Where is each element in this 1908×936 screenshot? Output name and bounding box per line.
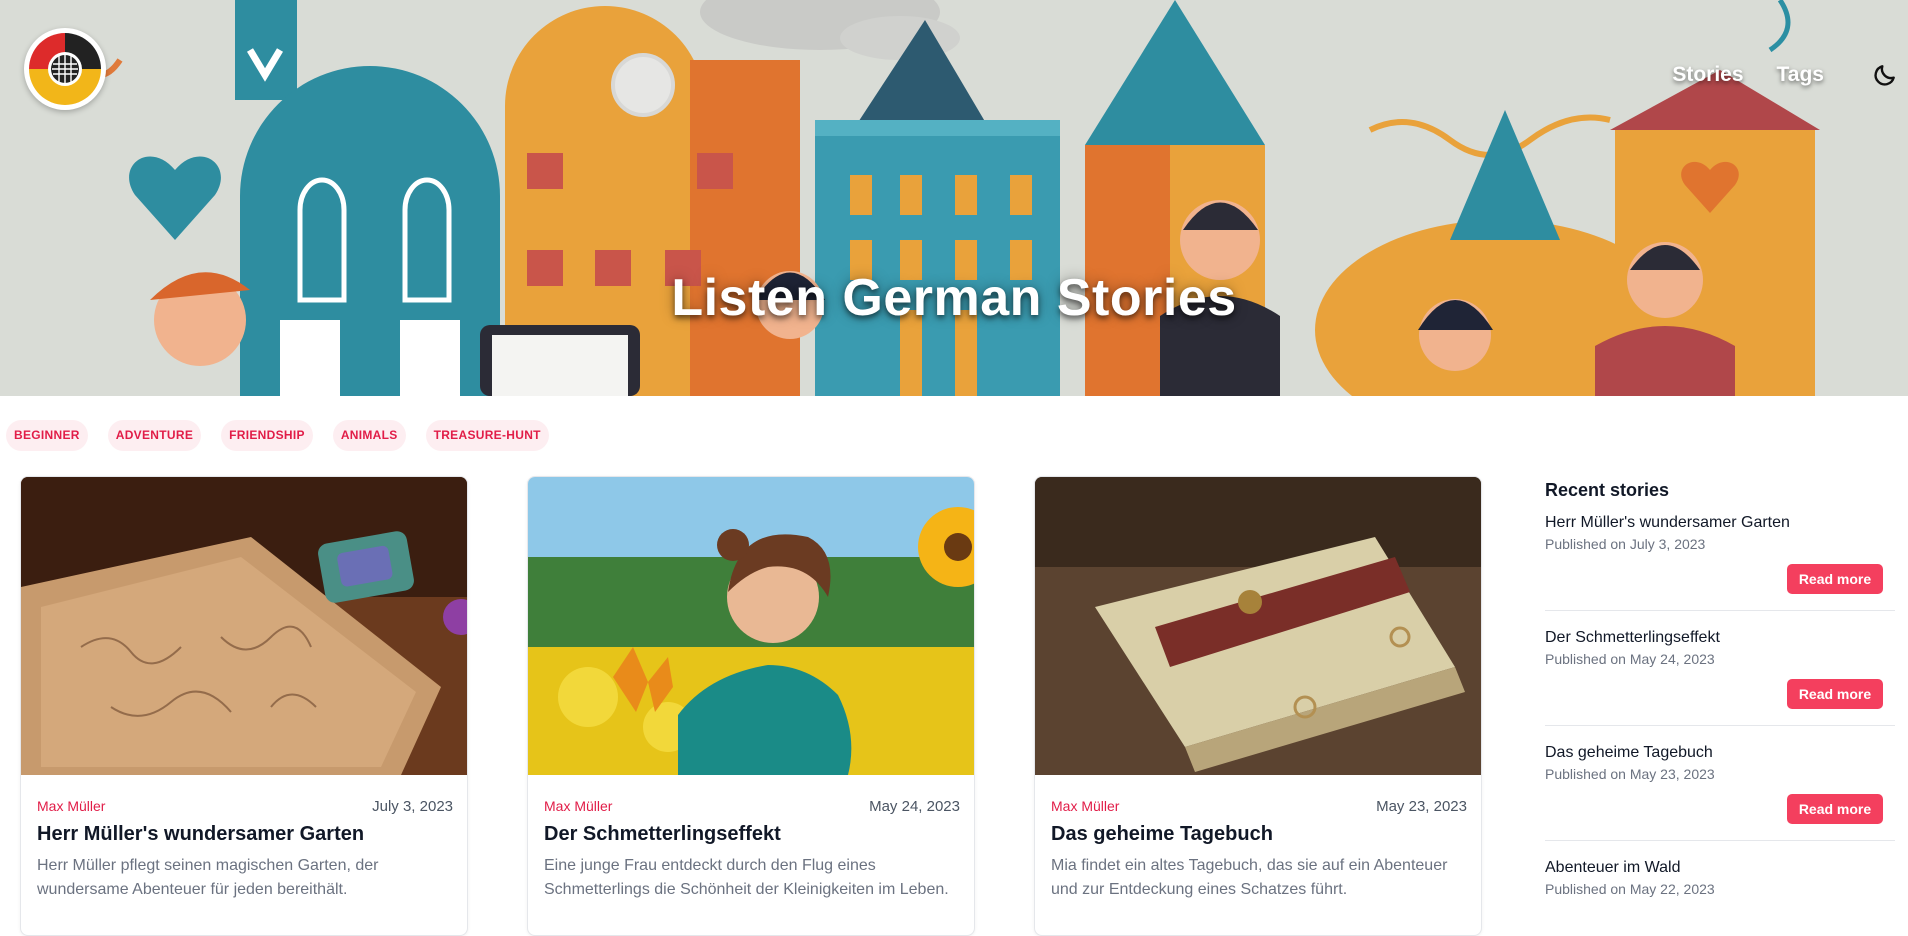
divider: [1545, 840, 1895, 841]
tag-friendship[interactable]: FRIENDSHIP: [221, 420, 313, 451]
hero-title: Listen German Stories: [671, 269, 1237, 327]
recent-story-date: Published on May 23, 2023: [1545, 766, 1715, 782]
recent-story-date: Published on May 22, 2023: [1545, 881, 1715, 897]
tag-beginner[interactable]: BEGINNER: [6, 420, 88, 451]
nav-stories[interactable]: Stories: [1672, 63, 1743, 87]
tag-treasure-hunt[interactable]: TREASURE-HUNT: [425, 420, 549, 451]
story-image-butterfly[interactable]: [528, 477, 975, 775]
recent-story-item: Abenteuer im Wald Published on May 22, 2…: [1545, 859, 1895, 897]
recent-story-item: Das geheime Tagebuch Published on May 23…: [1545, 744, 1895, 782]
card-title[interactable]: Herr Müller's wundersamer Garten: [37, 823, 453, 846]
card-date: July 3, 2023: [372, 798, 453, 815]
site-logo[interactable]: [24, 28, 106, 110]
recent-stories-sidebar: Recent stories Herr Müller's wundersamer…: [1545, 480, 1895, 897]
divider: [1545, 725, 1895, 726]
german-flag-globe-icon: [29, 33, 101, 105]
recent-story-title[interactable]: Herr Müller's wundersamer Garten: [1545, 514, 1895, 532]
tag-animals[interactable]: ANIMALS: [332, 420, 406, 451]
card-description: Mia findet ein altes Tagebuch, das sie a…: [1051, 857, 1448, 898]
recent-story-item: Der Schmetterlingseffekt Published on Ma…: [1545, 629, 1895, 667]
tag-adventure[interactable]: ADVENTURE: [107, 420, 202, 451]
card-title[interactable]: Der Schmetterlingseffekt: [544, 823, 960, 846]
sidebar-title: Recent stories: [1545, 480, 1670, 500]
card-author[interactable]: Max Müller: [1051, 798, 1119, 814]
recent-story-title[interactable]: Der Schmetterlingseffekt: [1545, 629, 1895, 647]
read-more-button[interactable]: Read more: [1787, 564, 1883, 594]
card-body: Max Müller May 24, 2023 Der Schmetterlin…: [544, 798, 960, 902]
card-author[interactable]: Max Müller: [544, 798, 612, 814]
story-image-diary[interactable]: [1035, 477, 1482, 775]
main-nav: Stories Tags: [1672, 60, 1824, 90]
card-description: Eine junge Frau entdeckt durch den Flug …: [544, 857, 949, 898]
card-body: Max Müller May 23, 2023 Das geheime Tage…: [1051, 798, 1467, 902]
recent-story-item: Herr Müller's wundersamer Garten Publish…: [1545, 514, 1895, 552]
recent-story-title[interactable]: Abenteuer im Wald: [1545, 859, 1895, 877]
divider: [1545, 610, 1895, 611]
card-body: Max Müller July 3, 2023 Herr Müller's wu…: [37, 798, 453, 902]
story-card[interactable]: Max Müller May 23, 2023 Das geheime Tage…: [1034, 476, 1482, 936]
story-image-map[interactable]: [21, 477, 468, 775]
hero-illustration: [0, 0, 1908, 396]
card-date: May 24, 2023: [869, 798, 960, 815]
read-more-button[interactable]: Read more: [1787, 679, 1883, 709]
story-card[interactable]: Max Müller May 24, 2023 Der Schmetterlin…: [527, 476, 975, 936]
recent-story-date: Published on May 24, 2023: [1545, 651, 1715, 667]
card-date: May 23, 2023: [1376, 798, 1467, 815]
card-description: Herr Müller pflegt seinen magischen Gart…: [37, 857, 379, 898]
story-card[interactable]: Max Müller July 3, 2023 Herr Müller's wu…: [20, 476, 468, 936]
tag-list: BEGINNER ADVENTURE FRIENDSHIP ANIMALS TR…: [6, 420, 549, 451]
nav-tags[interactable]: Tags: [1777, 63, 1824, 87]
dark-mode-moon-icon[interactable]: [1872, 62, 1898, 88]
hero-banner: Stories Tags Listen German Stories: [0, 0, 1908, 396]
card-author[interactable]: Max Müller: [37, 798, 105, 814]
read-more-button[interactable]: Read more: [1787, 794, 1883, 824]
recent-story-title[interactable]: Das geheime Tagebuch: [1545, 744, 1895, 762]
recent-story-date: Published on July 3, 2023: [1545, 536, 1706, 552]
card-title[interactable]: Das geheime Tagebuch: [1051, 823, 1467, 846]
